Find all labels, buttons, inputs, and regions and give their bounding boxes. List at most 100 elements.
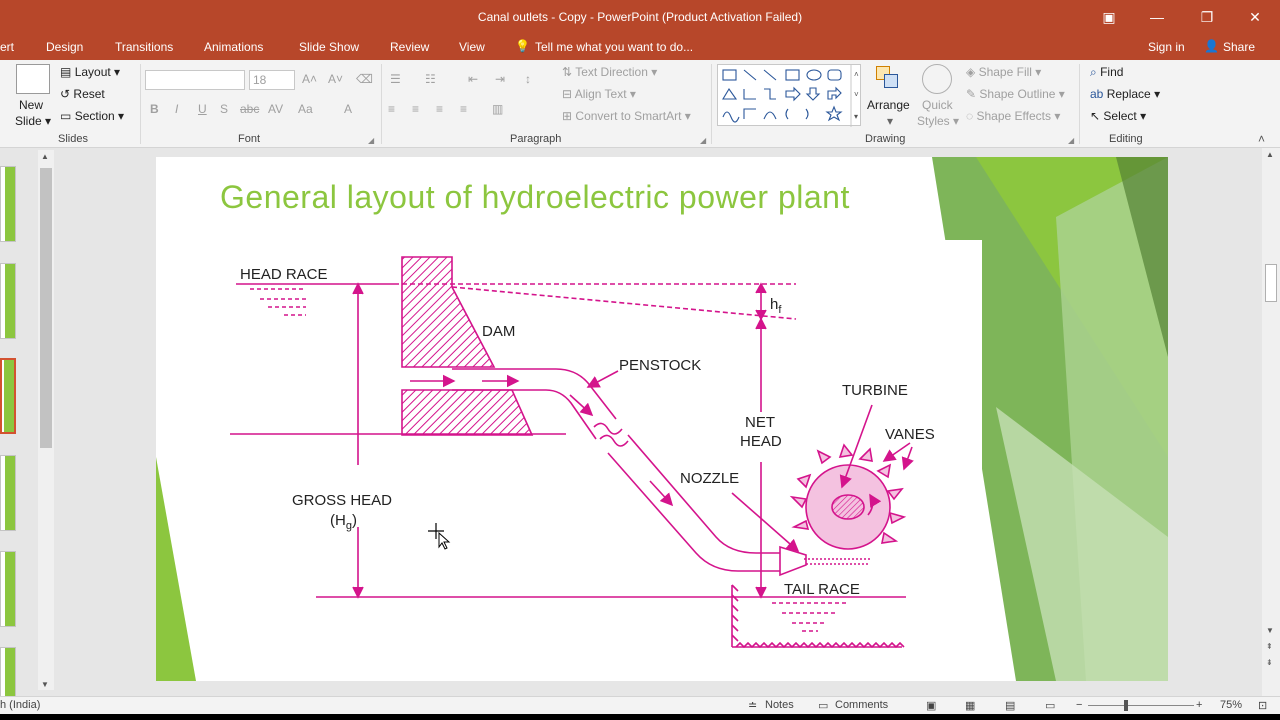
pen-icon: ✎ — [966, 87, 977, 101]
drawing-dialog-launcher-icon[interactable]: ◢ — [1068, 136, 1074, 145]
label-penstock: PENSTOCK — [619, 357, 701, 374]
grow-font-icon[interactable]: A˄ — [302, 72, 317, 86]
paint-bucket-icon: ◈ — [966, 65, 976, 79]
italic-icon[interactable]: I — [175, 102, 178, 116]
restore-icon[interactable]: ❐ — [1192, 6, 1222, 28]
window-title: Canal outlets - Copy - PowerPoint (Produ… — [477, 10, 803, 24]
underline-icon[interactable]: U — [198, 102, 207, 116]
slide-canvas[interactable]: HEAD RACE DAM PENSTOCK TURBINE VANES NET… — [156, 157, 1168, 681]
align-text-button[interactable]: ⊟ Align Text ▾ — [562, 87, 636, 101]
previous-slide-icon[interactable]: ⇞ — [1266, 642, 1273, 651]
scroll-up-icon[interactable]: ▲ — [41, 152, 49, 161]
tab-transitions[interactable]: Transitions — [115, 40, 173, 54]
font-size-input[interactable]: 18 — [249, 70, 295, 90]
bold-icon[interactable]: B — [150, 102, 159, 116]
quick-styles-button-2[interactable]: Styles ▾ — [917, 114, 959, 128]
convert-smartart-button[interactable]: ⊞ Convert to SmartArt ▾ — [562, 109, 691, 123]
ribbon-display-icon[interactable]: ▣ — [1094, 6, 1124, 28]
tell-me-box[interactable]: Tell me what you want to do... — [535, 40, 693, 54]
arrange-dropdown-icon[interactable]: ▾ — [887, 114, 893, 128]
new-slide-label[interactable]: New — [19, 98, 43, 112]
section-button[interactable]: ▭ Section ▾ — [60, 109, 124, 123]
scrollbar-thumb[interactable] — [40, 168, 52, 448]
slide-title[interactable]: General layout of hydroelectric power pl… — [220, 179, 850, 216]
shrink-font-icon[interactable]: A˅ — [328, 72, 343, 86]
sign-in-link[interactable]: Sign in — [1148, 40, 1185, 54]
clear-format-icon[interactable]: ⌫ — [356, 72, 373, 86]
shape-fill-button[interactable]: ◈ Shape Fill ▾ — [966, 65, 1041, 79]
char-spacing-icon[interactable]: AV — [268, 102, 283, 116]
tab-insert[interactable]: ert — [0, 40, 14, 54]
tab-animations[interactable]: Animations — [204, 40, 263, 54]
text-direction-button[interactable]: ⇅ Text Direction ▾ — [562, 65, 657, 79]
normal-view-icon[interactable]: ▣ — [926, 699, 936, 712]
strikethrough-icon[interactable]: abc — [240, 102, 259, 116]
tab-view[interactable]: View — [459, 40, 485, 54]
quick-styles-button[interactable]: Quick — [922, 98, 953, 112]
layout-button[interactable]: ▤ Layout ▾ — [60, 65, 120, 79]
columns-icon[interactable]: ▥ — [492, 102, 503, 116]
tab-slide-show[interactable]: Slide Show — [299, 40, 359, 54]
close-icon[interactable]: ✕ — [1240, 6, 1270, 28]
slide-sorter-icon[interactable]: ▦ — [965, 699, 975, 712]
increase-indent-icon[interactable]: ⇥ — [495, 72, 505, 86]
slideshow-view-icon[interactable]: ▭ — [1045, 699, 1055, 712]
next-slide-icon[interactable]: ⇟ — [1266, 658, 1273, 667]
ribbon-tabs: ert Design Transitions Animations Slide … — [0, 36, 1280, 60]
fit-slide-icon[interactable]: ⊡ — [1258, 699, 1267, 712]
tab-review[interactable]: Review — [390, 40, 429, 54]
notes-button[interactable]: Notes — [765, 699, 794, 711]
font-color-icon[interactable]: A — [344, 102, 352, 116]
align-left-icon[interactable]: ≡ — [388, 102, 395, 116]
zoom-out-icon[interactable]: − — [1076, 699, 1082, 711]
new-slide-icon[interactable] — [16, 64, 50, 94]
reset-icon: ↺ — [60, 87, 71, 101]
slide-thumbnail-selected[interactable] — [0, 358, 16, 434]
zoom-slider[interactable] — [1088, 705, 1194, 706]
scroll-down-icon[interactable]: ▼ — [1266, 626, 1274, 635]
replace-button[interactable]: ab Replace ▾ — [1090, 87, 1160, 101]
slide-thumbnail[interactable] — [0, 166, 16, 242]
collapse-ribbon-icon[interactable]: ˄ — [1258, 132, 1265, 146]
align-center-icon[interactable]: ≡ — [412, 102, 419, 116]
slide-scrollbar[interactable]: ▲ ▼ ⇞ ⇟ — [1262, 148, 1280, 696]
line-spacing-icon[interactable]: ↕ — [525, 72, 531, 86]
bullets-icon[interactable]: ☰ — [390, 72, 401, 86]
shadow-icon[interactable]: S — [220, 102, 228, 116]
scroll-up-icon[interactable]: ▲ — [1266, 150, 1274, 159]
comments-button[interactable]: Comments — [835, 699, 888, 711]
shape-outline-button[interactable]: ✎ Shape Outline ▾ — [966, 87, 1065, 101]
reading-view-icon[interactable]: ▤ — [1005, 699, 1015, 712]
slide-thumbnail[interactable] — [0, 263, 16, 339]
justify-icon[interactable]: ≡ — [460, 102, 467, 116]
shapes-gallery[interactable]: ˄ ˅ ▾ — [717, 64, 861, 127]
arrange-button[interactable]: Arrange — [867, 98, 910, 112]
arrange-icon[interactable] — [874, 64, 902, 92]
find-button[interactable]: ⌕ Find — [1090, 65, 1123, 80]
thumbnails-scrollbar[interactable]: ▲ ▼ — [38, 150, 54, 690]
language-indicator[interactable]: h (India) — [0, 699, 40, 711]
zoom-in-icon[interactable]: + — [1196, 699, 1202, 711]
change-case-icon[interactable]: Aa — [298, 102, 313, 116]
paragraph-dialog-launcher-icon[interactable]: ◢ — [700, 136, 706, 145]
reset-button[interactable]: ↺ Reset — [60, 87, 105, 101]
scroll-down-icon[interactable]: ▼ — [41, 680, 49, 689]
new-slide-label-2[interactable]: Slide ▾ — [15, 114, 51, 128]
scrollbar-thumb[interactable] — [1265, 264, 1277, 302]
align-right-icon[interactable]: ≡ — [436, 102, 443, 116]
share-button[interactable]: Share — [1223, 40, 1255, 54]
zoom-level[interactable]: 75% — [1220, 699, 1242, 711]
slide-thumbnail[interactable] — [0, 455, 16, 531]
font-dialog-launcher-icon[interactable]: ◢ — [368, 136, 374, 145]
minimize-icon[interactable]: — — [1142, 6, 1172, 28]
slide-thumbnail[interactable] — [0, 551, 16, 627]
select-button[interactable]: ↖ Select ▾ — [1090, 109, 1146, 123]
shape-effects-button[interactable]: ◌ Shape Effects ▾ — [966, 109, 1060, 123]
zoom-slider-thumb[interactable] — [1124, 700, 1128, 711]
tab-design[interactable]: Design — [46, 40, 83, 54]
font-name-input[interactable] — [145, 70, 245, 90]
numbering-icon[interactable]: ☷ — [425, 72, 436, 86]
decrease-indent-icon[interactable]: ⇤ — [468, 72, 478, 86]
quick-styles-icon[interactable] — [922, 64, 952, 94]
status-bar: h (India) ≐ Notes ▭ Comments ▣ ▦ ▤ ▭ − +… — [0, 696, 1280, 714]
